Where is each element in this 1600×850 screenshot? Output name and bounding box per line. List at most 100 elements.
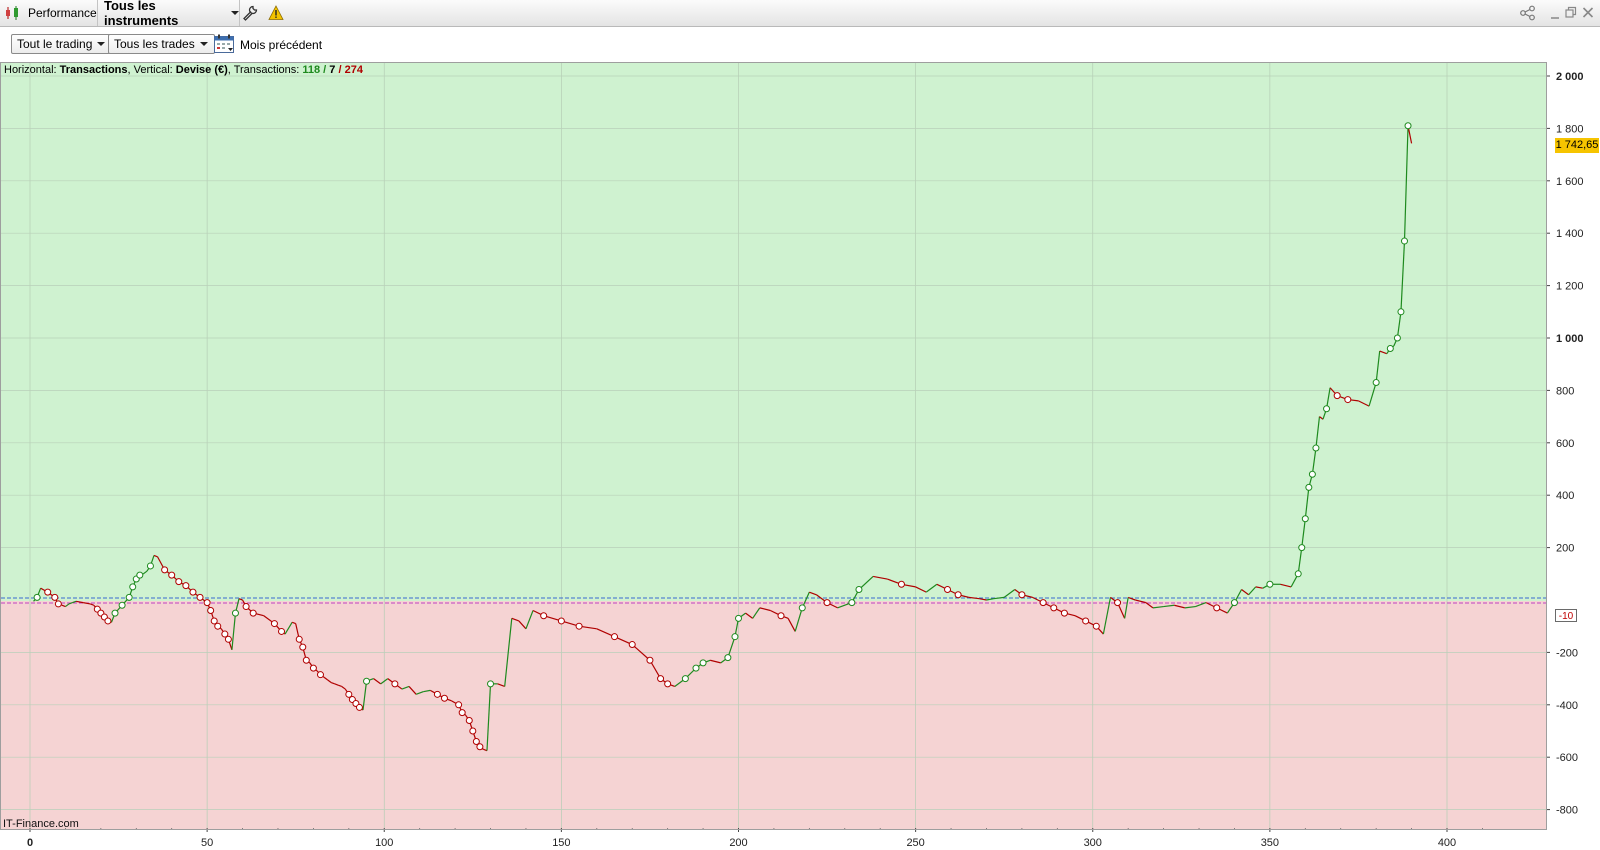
trade-marker [316, 671, 324, 679]
positive-zone [1, 63, 1546, 601]
trade-marker [455, 701, 463, 709]
trade-marker [628, 641, 636, 649]
trade-marker [363, 677, 371, 685]
horizontal-value: Transactions [59, 64, 128, 76]
trade-marker [203, 599, 211, 607]
trade-marker [1386, 344, 1394, 352]
trade-marker [699, 659, 707, 667]
trade-marker [798, 604, 806, 612]
trade-marker [1230, 599, 1238, 607]
trade-marker [299, 643, 307, 651]
trade-marker [1039, 599, 1047, 607]
y-tick-label: 1 000 [1556, 333, 1584, 345]
trade-marker [33, 593, 41, 601]
trade-marker [1400, 237, 1408, 245]
x-tick-label: 100 [375, 837, 393, 849]
trade-marker [231, 609, 239, 617]
trade-marker [391, 680, 399, 688]
trade-marker [731, 633, 739, 641]
trade-marker [1372, 379, 1380, 387]
trade-marker [1333, 392, 1341, 400]
trade-marker [146, 562, 154, 570]
trade-marker [1082, 617, 1090, 625]
vertical-value: Devise (€) [175, 64, 228, 76]
chart-info-line: Horizontal: Transactions, Vertical: Devi… [4, 64, 363, 76]
trade-marker [777, 612, 785, 620]
trade-marker [458, 709, 466, 717]
y-tick-label: 800 [1556, 385, 1574, 397]
y-tick-label: 1 600 [1556, 176, 1584, 188]
trade-marker [214, 622, 222, 630]
y-tick-label: -400 [1556, 700, 1578, 712]
horizontal-prefix: Horizontal: [4, 64, 60, 76]
trade-marker [224, 635, 232, 643]
trade-marker [54, 600, 62, 608]
trade-marker [111, 609, 119, 617]
trade-marker [1213, 604, 1221, 612]
x-tick-label: 250 [906, 837, 924, 849]
trade-marker [1050, 604, 1058, 612]
trade-marker [1060, 609, 1068, 617]
x-tick-label: 0 [27, 837, 33, 849]
zero-line-label: -10 [1555, 609, 1577, 622]
trade-marker [440, 694, 448, 702]
trade-marker [1393, 334, 1401, 342]
current-value-label: 1 742,65 [1555, 138, 1599, 153]
trade-marker [295, 635, 303, 643]
trade-marker [196, 593, 204, 601]
trade-marker [168, 571, 176, 579]
y-tick-label: 400 [1556, 490, 1574, 502]
trade-marker [724, 654, 732, 662]
equity-chart: 2 000 1 800 1 600 1 400 1 200 1 000 800 600 400 2… [1, 63, 1584, 849]
trade-marker [1266, 580, 1274, 588]
trade-marker [161, 566, 169, 574]
x-tick-label: 350 [1261, 837, 1279, 849]
trade-marker [44, 588, 52, 596]
trade-marker [207, 606, 215, 614]
trade-marker [487, 680, 495, 688]
watermark: IT-Finance.com [3, 818, 79, 830]
trade-marker [540, 612, 548, 620]
trade-marker [1018, 591, 1026, 599]
trade-marker [125, 593, 133, 601]
trade-marker [1312, 444, 1320, 452]
trade-marker [129, 583, 137, 591]
trade-marker [355, 703, 363, 711]
trade-marker [664, 680, 672, 688]
trade-marker [136, 571, 144, 579]
separator: / [320, 64, 330, 76]
trade-marker [1305, 483, 1313, 491]
trade-marker [175, 578, 183, 586]
trade-marker [1344, 396, 1352, 404]
y-tick-label: 1 400 [1556, 228, 1584, 240]
trade-marker [51, 593, 59, 601]
y-tick-label: -600 [1556, 752, 1578, 764]
y-tick-label: 1 800 [1556, 123, 1584, 135]
trade-marker [954, 591, 962, 599]
trade-marker [182, 582, 190, 590]
x-tick-label: 150 [552, 837, 570, 849]
trade-marker [270, 620, 278, 628]
y-tick-label: 1 200 [1556, 281, 1584, 293]
trade-marker [1294, 570, 1302, 578]
x-tick-label: 300 [1084, 837, 1102, 849]
trade-marker [242, 603, 250, 611]
trade-marker [469, 727, 477, 735]
trade-marker [118, 601, 126, 609]
trade-marker [611, 633, 619, 641]
trade-marker [1114, 599, 1122, 607]
y-tick-label: 200 [1556, 543, 1574, 555]
trade-marker [692, 664, 700, 672]
trade-marker [823, 599, 831, 607]
trade-marker [557, 617, 565, 625]
trade-marker [1323, 405, 1331, 413]
trade-marker [302, 656, 310, 664]
trade-marker [575, 622, 583, 630]
trade-marker [657, 675, 665, 683]
trade-marker [1308, 470, 1316, 478]
x-axis: 0 50 100 150 200 250 300 350 400 [27, 828, 1483, 849]
y-tick-label: 2 000 [1556, 71, 1584, 83]
trade-marker [465, 717, 473, 725]
trade-marker [855, 586, 863, 594]
x-tick-label: 200 [729, 837, 747, 849]
